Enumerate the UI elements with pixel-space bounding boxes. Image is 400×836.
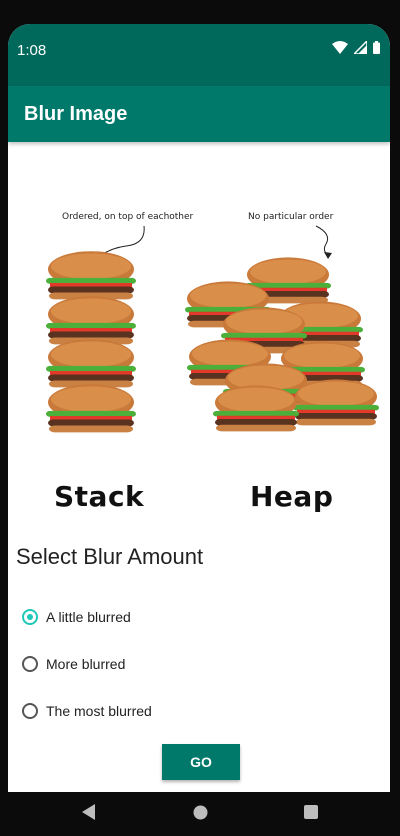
signal-icon	[354, 41, 367, 54]
radio-option-little[interactable]: A little blurred	[22, 602, 131, 632]
status-bar: 1:08	[8, 24, 390, 86]
app-title: Blur Image	[24, 103, 128, 125]
stack-label: Stack	[54, 480, 145, 513]
burger-illustration	[46, 251, 379, 433]
burger	[46, 296, 136, 345]
navigation-bar	[0, 792, 400, 836]
radio-button[interactable]	[22, 609, 38, 625]
radio-label: More blurred	[46, 656, 126, 672]
app-bar: Blur Image	[8, 86, 390, 142]
stack-heap-image: Ordered, on top of eachother No particul…	[16, 202, 382, 522]
back-icon[interactable]	[82, 804, 96, 820]
recents-icon[interactable]	[304, 805, 318, 819]
screen: 1:08 Blur Image Ordered, on top of eacho…	[8, 24, 390, 792]
burger	[46, 251, 136, 300]
radio-button[interactable]	[22, 656, 38, 672]
heap-label: Heap	[250, 480, 334, 513]
home-icon[interactable]	[193, 805, 208, 820]
status-icons	[332, 41, 380, 54]
radio-label: A little blurred	[46, 609, 131, 625]
burger	[46, 339, 136, 388]
go-button[interactable]: GO	[162, 744, 240, 780]
battery-icon	[373, 41, 380, 54]
main-content: Ordered, on top of eachother No particul…	[8, 142, 390, 792]
radio-option-most[interactable]: The most blurred	[22, 696, 152, 726]
status-time: 1:08	[17, 42, 47, 59]
burger	[46, 384, 136, 433]
phone-frame: 1:08 Blur Image Ordered, on top of eacho…	[0, 0, 400, 836]
radio-option-more[interactable]: More blurred	[22, 649, 125, 679]
wifi-icon	[332, 41, 348, 54]
burger	[213, 385, 299, 432]
radio-button[interactable]	[22, 703, 38, 719]
radio-label: The most blurred	[46, 703, 152, 719]
burger	[293, 379, 379, 426]
blur-section-title: Select Blur Amount	[16, 544, 204, 569]
